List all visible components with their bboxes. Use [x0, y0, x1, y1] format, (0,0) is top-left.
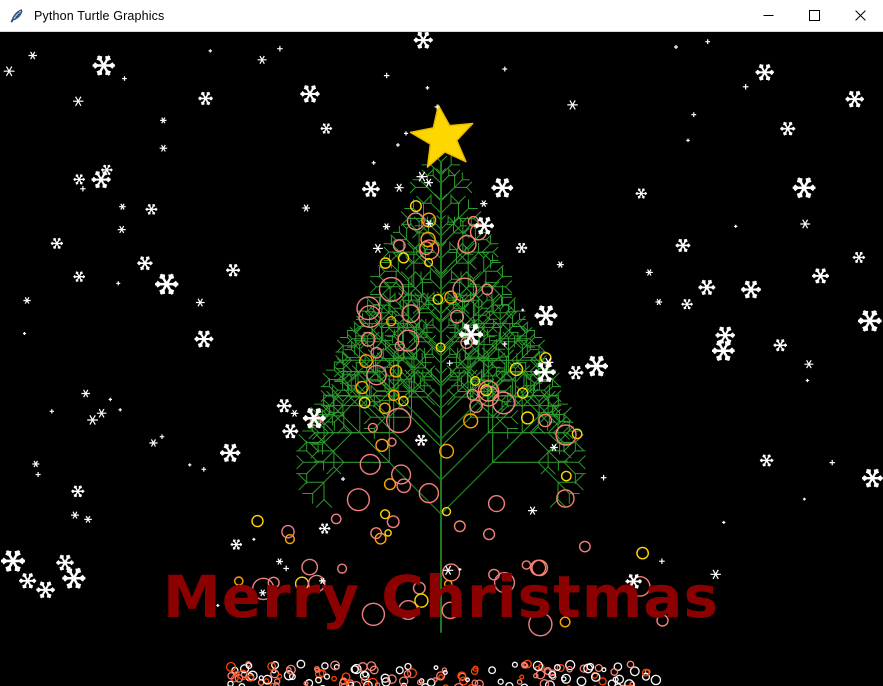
- title-bar[interactable]: Python Turtle Graphics: [0, 0, 883, 32]
- turtle-drawing-canvas: Merry Christmas: [0, 32, 883, 686]
- greeting-layer: Merry Christmas: [163, 563, 719, 631]
- turtle-graphics-window: Python Turtle Graphics Merry Christmas: [0, 0, 883, 686]
- window-title: Python Turtle Graphics: [34, 8, 165, 23]
- christmas-scene: Merry Christmas: [0, 32, 883, 686]
- python-feather-icon: [10, 8, 23, 23]
- close-button[interactable]: [837, 1, 883, 31]
- minimize-icon: [763, 15, 773, 16]
- maximize-icon: [808, 10, 820, 21]
- maximize-button[interactable]: [791, 1, 837, 31]
- close-icon: [854, 10, 866, 21]
- minimize-button[interactable]: [745, 1, 791, 31]
- greeting-text: Merry Christmas: [163, 563, 719, 631]
